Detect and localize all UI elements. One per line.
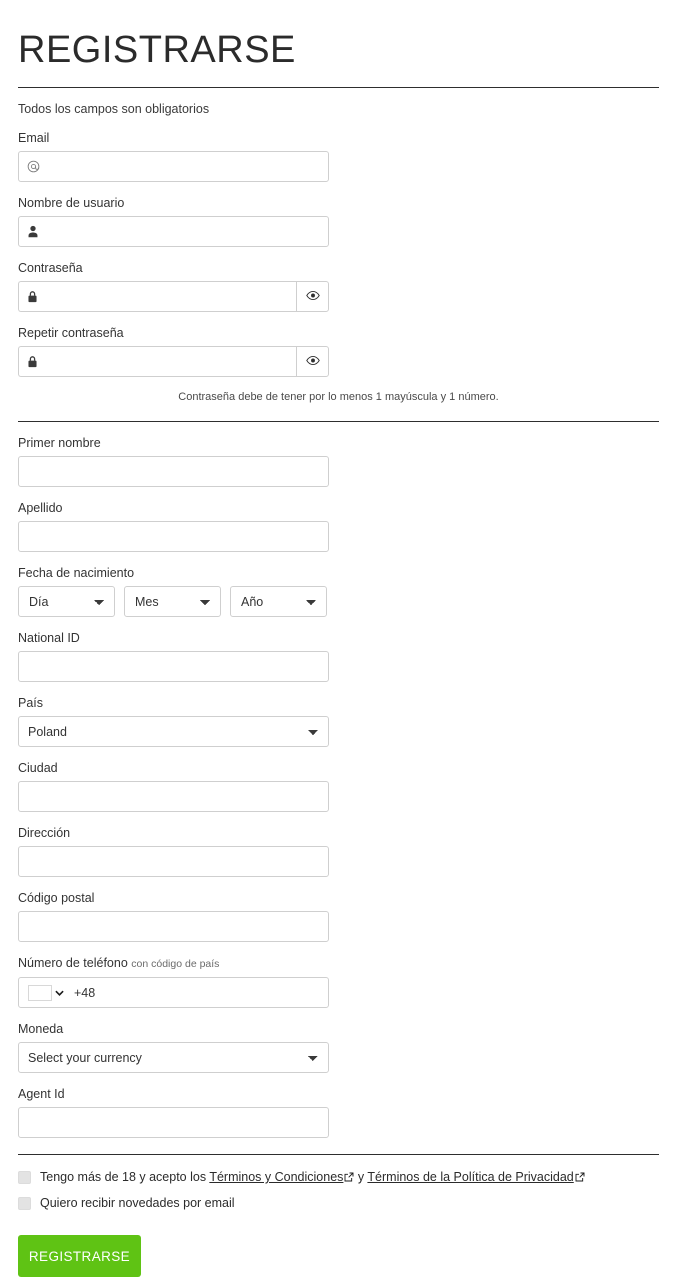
repeat-password-label: Repetir contraseña: [18, 326, 124, 340]
email-label: Email: [18, 131, 50, 145]
username-input[interactable]: [18, 216, 329, 247]
birth-month-select[interactable]: Mes: [124, 586, 221, 617]
national-id-input[interactable]: [18, 651, 329, 682]
external-link-icon: [575, 1170, 585, 1187]
newsletter-text: Quiero recibir novedades por email: [40, 1196, 235, 1210]
age-terms-text-middle: y: [357, 1170, 365, 1184]
password-input[interactable]: [18, 281, 296, 312]
age-terms-consent-row: Tengo más de 18 y acepto los Términos y …: [18, 1169, 659, 1187]
privacy-policy-link[interactable]: Términos de la Política de Privacidad: [367, 1170, 573, 1184]
phone-field-group: Número de teléfono con código de país +4…: [18, 942, 329, 1008]
phone-label: Número de teléfono con código de país: [18, 955, 329, 972]
poland-flag-icon: [28, 984, 52, 1001]
address-label: Dirección: [18, 826, 71, 840]
country-field-group: País Poland: [18, 682, 329, 747]
birth-date-field-group: Fecha de nacimiento Día Mes Año: [18, 552, 329, 617]
phone-dial-code: +48: [74, 985, 96, 1000]
last-name-label: Apellido: [18, 501, 63, 515]
register-submit-button[interactable]: REGISTRARSE: [18, 1235, 141, 1277]
username-input-wrapper: [18, 216, 329, 247]
age-terms-checkbox[interactable]: [18, 1171, 31, 1184]
currency-select[interactable]: Select your currency: [18, 1042, 329, 1073]
consents-section: Tengo más de 18 y acepto los Términos y …: [18, 1169, 659, 1212]
currency-field-group: Moneda Select your currency: [18, 1008, 329, 1073]
country-select[interactable]: Poland: [18, 716, 329, 747]
password-input-group: [18, 281, 329, 312]
agent-id-input[interactable]: [18, 1107, 329, 1138]
email-input-wrapper: [18, 151, 329, 182]
registration-page: REGISTRARSE Todos los campos son obligat…: [0, 0, 677, 1277]
personal-section: Primer nombre Apellido Fecha de nacimien…: [18, 422, 659, 1138]
password-input-wrapper: [18, 281, 296, 312]
username-field-group: Nombre de usuario: [18, 182, 329, 247]
eye-icon: [305, 289, 320, 304]
postal-code-label: Código postal: [18, 891, 95, 905]
repeat-password-input[interactable]: [18, 346, 296, 377]
age-terms-text-before: Tengo más de 18 y acepto los: [40, 1170, 207, 1184]
national-id-label: National ID: [18, 631, 80, 645]
postal-code-field-group: Código postal: [18, 877, 329, 942]
personal-consent-divider: [18, 1154, 659, 1155]
address-field-group: Dirección: [18, 812, 329, 877]
birth-date-label: Fecha de nacimiento: [18, 566, 135, 580]
terms-and-conditions-link[interactable]: Términos y Condiciones: [209, 1170, 343, 1184]
newsletter-consent-row: Quiero recibir novedades por email: [18, 1195, 659, 1212]
chevron-down-icon: [55, 990, 64, 996]
toggle-repeat-password-visibility-button[interactable]: [296, 346, 329, 377]
phone-input-wrapper[interactable]: +48: [18, 977, 329, 1008]
repeat-password-field-group: Repetir contraseña: [18, 312, 329, 377]
page-title: REGISTRARSE: [18, 29, 296, 71]
agent-id-label: Agent Id: [18, 1087, 65, 1101]
birth-date-selects: Día Mes Año: [18, 586, 329, 617]
age-terms-text: Tengo más de 18 y acepto los Términos y …: [40, 1169, 585, 1187]
repeat-password-input-wrapper: [18, 346, 296, 377]
email-field-group: Email: [18, 117, 329, 182]
eye-icon: [305, 354, 320, 369]
city-label: Ciudad: [18, 761, 58, 775]
phone-label-sub: con código de país: [131, 958, 220, 970]
password-requirements-hint: Contraseña debe de tener por lo menos 1 …: [178, 391, 499, 403]
external-link-icon: [344, 1170, 354, 1187]
first-name-field-group: Primer nombre: [18, 422, 329, 487]
birth-day-select[interactable]: Día: [18, 586, 115, 617]
city-input[interactable]: [18, 781, 329, 812]
postal-code-input[interactable]: [18, 911, 329, 942]
newsletter-checkbox[interactable]: [18, 1197, 31, 1210]
address-input[interactable]: [18, 846, 329, 877]
agent-id-field-group: Agent Id: [18, 1073, 329, 1138]
username-label: Nombre de usuario: [18, 196, 125, 210]
toggle-password-visibility-button[interactable]: [296, 281, 329, 312]
first-name-label: Primer nombre: [18, 436, 101, 450]
phone-label-main: Número de teléfono: [18, 956, 128, 970]
country-label: País: [18, 696, 44, 710]
repeat-password-input-group: [18, 346, 329, 377]
first-name-input[interactable]: [18, 456, 329, 487]
last-name-input[interactable]: [18, 521, 329, 552]
email-input[interactable]: [18, 151, 329, 182]
national-id-field-group: National ID: [18, 617, 329, 682]
password-field-group: Contraseña: [18, 247, 329, 312]
currency-label: Moneda: [18, 1022, 64, 1036]
last-name-field-group: Apellido: [18, 487, 329, 552]
account-section: Email Nombre de usuario Contraseña Repet…: [18, 117, 659, 377]
required-fields-note: Todos los campos son obligatorios: [18, 102, 210, 116]
birth-year-select[interactable]: Año: [230, 586, 327, 617]
title-divider: [18, 87, 659, 88]
password-label: Contraseña: [18, 261, 83, 275]
city-field-group: Ciudad: [18, 747, 329, 812]
